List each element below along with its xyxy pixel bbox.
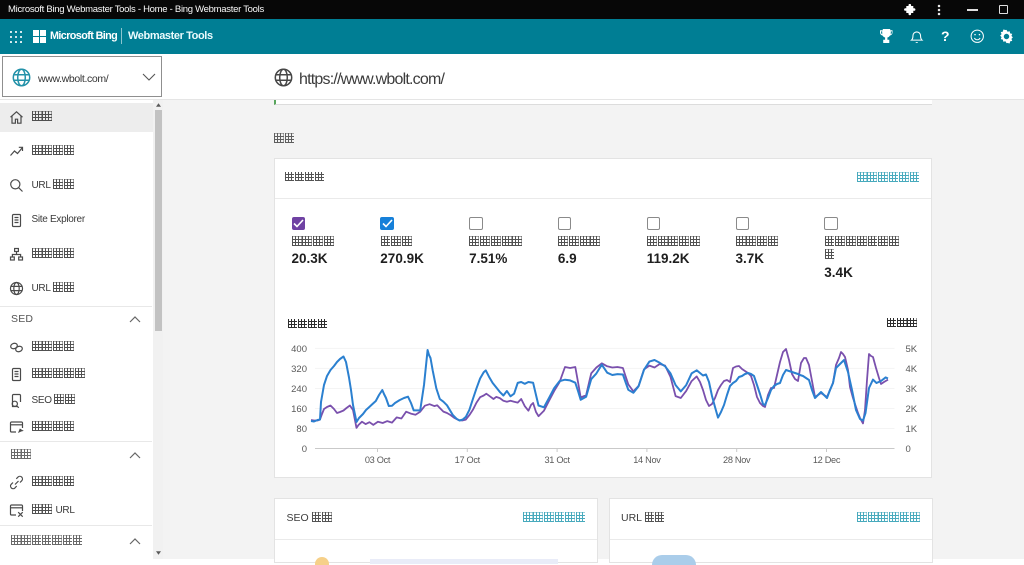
svg-text:1K: 1K bbox=[906, 424, 918, 435]
svg-text:12 Dec: 12 Dec bbox=[813, 455, 841, 465]
svg-text:28 Nov: 28 Nov bbox=[723, 455, 751, 465]
svg-text:14 Nov: 14 Nov bbox=[633, 455, 661, 465]
svg-text:320: 320 bbox=[291, 364, 307, 375]
svg-text:240: 240 bbox=[291, 384, 307, 395]
svg-text:3K: 3K bbox=[906, 384, 918, 395]
svg-text:400: 400 bbox=[291, 344, 307, 355]
svg-text:03 Oct: 03 Oct bbox=[365, 455, 391, 465]
svg-text:5K: 5K bbox=[906, 344, 918, 355]
svg-text:31 Oct: 31 Oct bbox=[544, 455, 570, 465]
svg-text:0: 0 bbox=[302, 444, 307, 455]
svg-text:0: 0 bbox=[906, 444, 911, 455]
svg-text:160: 160 bbox=[291, 404, 307, 415]
svg-text:2K: 2K bbox=[906, 404, 918, 415]
svg-text:80: 80 bbox=[296, 424, 307, 435]
svg-text:17 Oct: 17 Oct bbox=[455, 455, 481, 465]
svg-text:4K: 4K bbox=[906, 364, 918, 375]
